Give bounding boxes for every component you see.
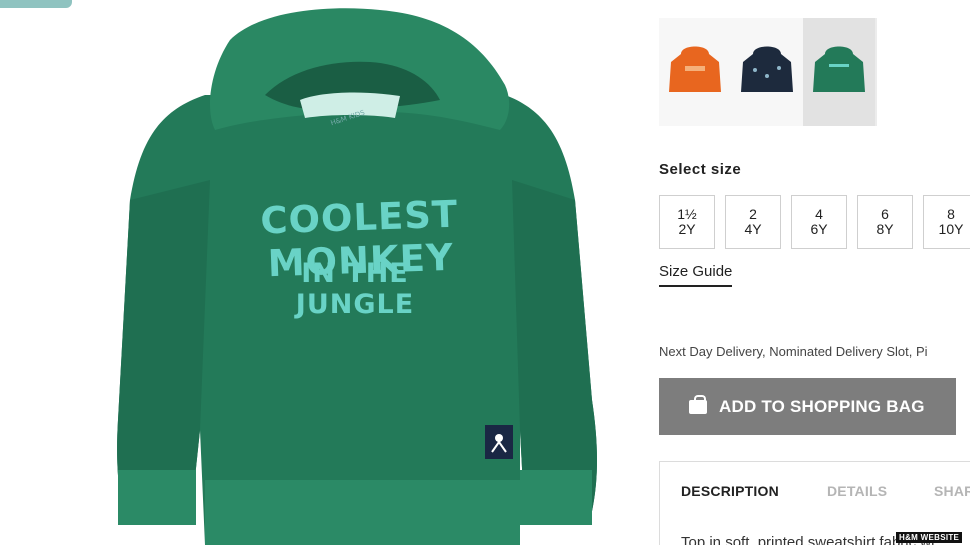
add-to-shopping-bag-button[interactable]: ADD TO SHOPPING BAG: [659, 378, 956, 435]
size-label: 6: [881, 206, 889, 222]
size-age: 4Y: [744, 221, 762, 237]
tab-share[interactable]: SHAR: [934, 483, 970, 499]
size-option[interactable]: 8 10Y: [923, 195, 970, 249]
hoodie-thumb-icon: [741, 46, 793, 92]
color-thumbnails: [659, 18, 877, 126]
delivery-info: Next Day Delivery, Nominated Delivery Sl…: [659, 344, 928, 359]
shopping-bag-icon: [689, 394, 707, 414]
hoodie-thumb-icon: [669, 46, 721, 92]
source-watermark: H&M WEBSITE: [896, 532, 963, 543]
size-label: 1½: [677, 206, 697, 222]
size-age: 10Y: [938, 221, 964, 237]
product-image: H&M KIDS COOLEST MONKEY IN THE JUNGLE: [0, 0, 640, 545]
print-text-line2: IN THE JUNGLE: [295, 258, 415, 320]
select-size-heading: Select size: [659, 161, 742, 178]
size-guide-link[interactable]: Size Guide: [659, 263, 733, 287]
size-label: 2: [749, 206, 757, 222]
size-age: 6Y: [810, 221, 828, 237]
thumbnail-navy[interactable]: [731, 18, 803, 126]
size-age: 8Y: [876, 221, 894, 237]
thumbnail-green[interactable]: [803, 18, 875, 126]
tab-details[interactable]: DETAILS: [827, 483, 887, 499]
size-options: 1½ 2Y 2 4Y 4 6Y 6 8Y 8 10Y: [659, 195, 970, 249]
size-option[interactable]: 4 6Y: [791, 195, 847, 249]
tab-description[interactable]: DESCRIPTION: [681, 483, 779, 499]
size-label: 8: [947, 206, 955, 222]
thumbnail-orange[interactable]: [659, 18, 731, 126]
hoodie-thumb-icon: [813, 46, 865, 92]
size-option[interactable]: 1½ 2Y: [659, 195, 715, 249]
add-to-bag-label: ADD TO SHOPPING BAG: [719, 396, 925, 416]
size-label: 4: [815, 206, 823, 222]
size-option[interactable]: 6 8Y: [857, 195, 913, 249]
size-option[interactable]: 2 4Y: [725, 195, 781, 249]
size-age: 2Y: [678, 221, 696, 237]
